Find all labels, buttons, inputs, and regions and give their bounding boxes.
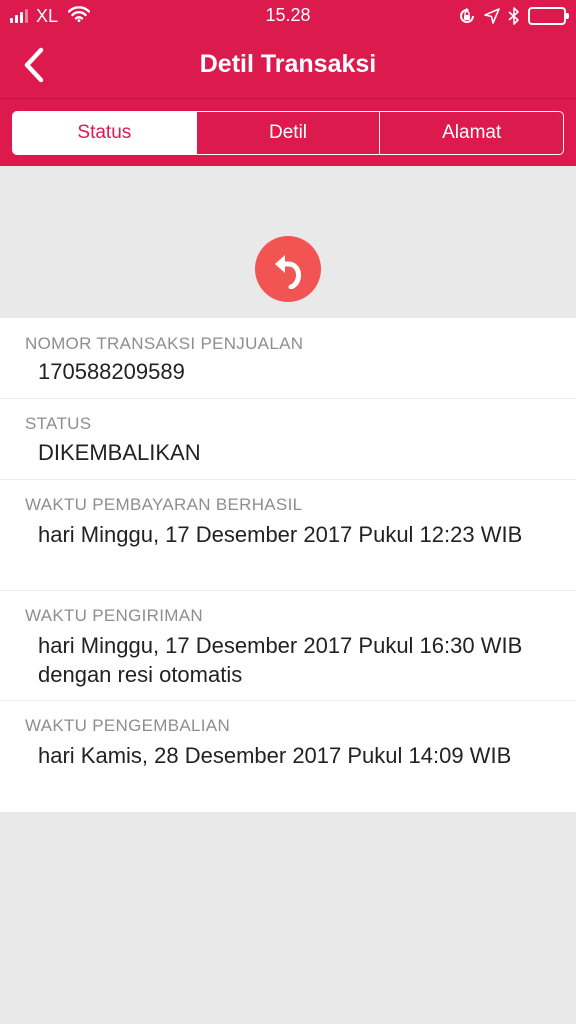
app-header: XL 15.28 Detil Transaksi Status Detil Al… <box>0 0 576 166</box>
tab-detil[interactable]: Detil <box>195 112 380 154</box>
detail-value: hari Minggu, 17 Desember 2017 Pukul 16:3… <box>38 633 523 687</box>
detail-value: hari Kamis, 28 Desember 2017 Pukul 14:09… <box>38 743 512 768</box>
battery-icon <box>528 7 569 25</box>
status-bar: XL 15.28 <box>0 0 576 32</box>
segmented-tabs: Status Detil Alamat <box>12 111 564 155</box>
tab-status[interactable]: Status <box>13 112 196 154</box>
detail-row-status: STATUS DIKEMBALIKAN <box>0 399 576 480</box>
detail-row-payment-time: WAKTU PEMBAYARAN BERHASIL hari Minggu, 1… <box>0 480 576 591</box>
orientation-lock-icon <box>458 7 476 25</box>
detail-row-shipping-time: WAKTU PENGIRIMAN hari Minggu, 17 Desembe… <box>0 591 576 701</box>
detail-row-return-time: WAKTU PENGEMBALIAN hari Kamis, 28 Desemb… <box>0 701 576 811</box>
detail-label: STATUS <box>25 414 92 433</box>
detail-label: WAKTU PENGEMBALIAN <box>25 716 231 735</box>
detail-row-transaction-number: NOMOR TRANSAKSI PENJUALAN 170588209589 <box>0 318 576 399</box>
location-arrow-icon <box>484 8 500 24</box>
detail-label: WAKTU PEMBAYARAN BERHASIL <box>25 495 303 514</box>
return-arrow-icon <box>275 255 301 289</box>
status-hero <box>0 166 576 318</box>
detail-value: hari Minggu, 17 Desember 2017 Pukul 12:2… <box>38 522 523 547</box>
bluetooth-icon <box>508 7 520 25</box>
status-bar-right <box>450 5 569 27</box>
page-title: Detil Transaksi <box>199 50 377 78</box>
detail-value: 170588209589 <box>38 359 185 384</box>
detail-label: NOMOR TRANSAKSI PENJUALAN <box>25 334 304 353</box>
transaction-details-card: NOMOR TRANSAKSI PENJUALAN 170588209589 S… <box>0 318 576 812</box>
navigation-bar: Detil Transaksi <box>0 32 576 98</box>
return-status-badge <box>255 236 321 302</box>
header-divider <box>0 98 576 99</box>
detail-value: DIKEMBALIKAN <box>38 440 201 465</box>
detail-label: WAKTU PENGIRIMAN <box>25 606 203 625</box>
tab-alamat[interactable]: Alamat <box>379 112 563 154</box>
